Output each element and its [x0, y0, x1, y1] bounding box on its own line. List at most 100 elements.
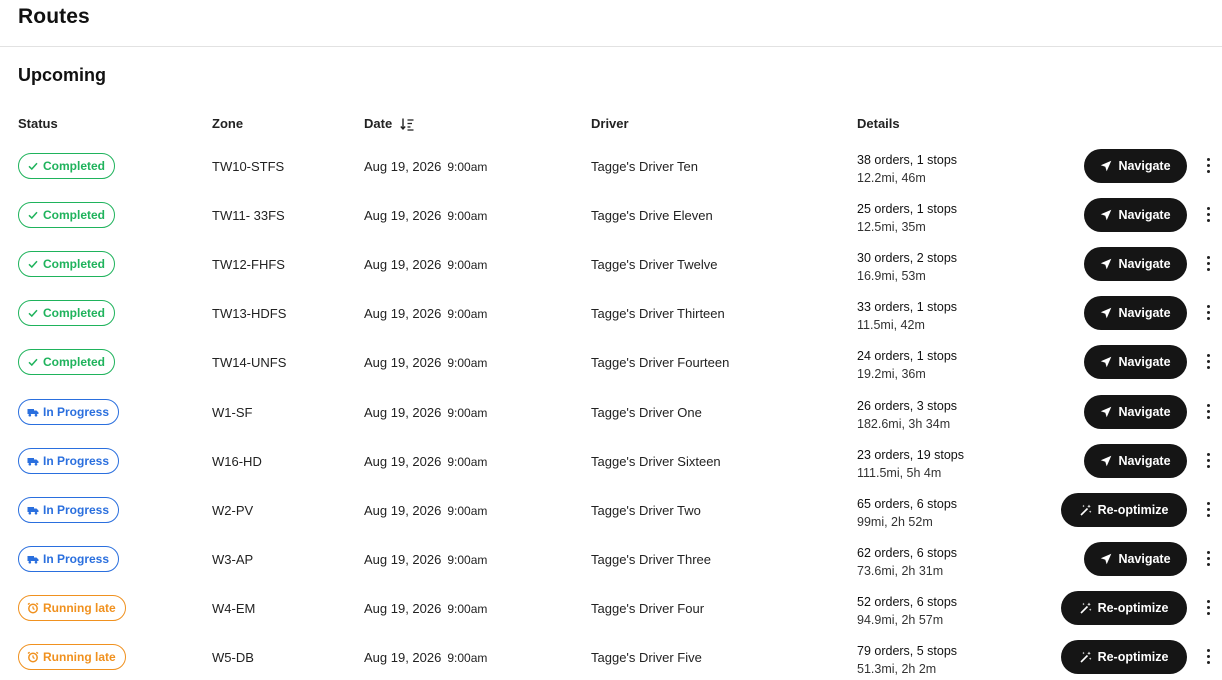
status-label: Running late	[43, 601, 116, 615]
column-header-status-label: Status	[18, 116, 58, 131]
details-cell: 23 orders, 19 stops 111.5mi, 5h 4m	[857, 446, 964, 482]
navigate-button[interactable]: Navigate	[1084, 198, 1187, 232]
orders-stops: 24 orders, 1 stops	[857, 349, 958, 363]
more-options-icon[interactable]	[1201, 154, 1215, 176]
distance-duration: 182.6mi, 3h 34m	[857, 417, 951, 431]
magic-wand-icon	[1080, 651, 1092, 663]
navigation-arrow-icon	[1101, 356, 1112, 368]
navigate-button[interactable]: Navigate	[1084, 395, 1187, 429]
zone-cell: TW11- 33FS	[212, 208, 285, 223]
check-icon	[28, 358, 38, 367]
date-value: Aug 19, 2026	[364, 257, 442, 272]
more-options-icon[interactable]	[1201, 596, 1215, 618]
details-cell: 79 orders, 5 stops 51.3mi, 2h 2m	[857, 642, 957, 678]
more-options-icon[interactable]	[1201, 301, 1215, 323]
navigate-button[interactable]: Navigate	[1084, 444, 1187, 478]
date-value: Aug 19, 2026	[364, 650, 442, 665]
status-badge: Completed	[18, 202, 116, 228]
re-optimize-button[interactable]: Re-optimize	[1061, 591, 1187, 625]
date-cell: Aug 19, 2026 9:00am	[364, 552, 487, 567]
more-options-icon[interactable]	[1201, 547, 1215, 569]
orders-stops: 38 orders, 1 stops	[857, 153, 958, 167]
orders-stops: 79 orders, 5 stops	[857, 644, 958, 658]
column-header-date-label: Date	[364, 116, 393, 131]
navigate-button[interactable]: Navigate	[1084, 247, 1187, 281]
truck-icon	[27, 458, 39, 466]
check-icon	[28, 309, 38, 318]
table-row[interactable]: Completed TW13-HDFS Aug 19, 2026 9:00am Tagg…	[0, 296, 1222, 349]
sort-descending-icon[interactable]	[400, 117, 414, 131]
navigate-button[interactable]: Navigate	[1084, 296, 1187, 330]
date-cell: Aug 19, 2026 9:00am	[364, 650, 487, 665]
more-options-icon[interactable]	[1201, 449, 1215, 471]
more-options-icon[interactable]	[1201, 400, 1215, 422]
column-header-date[interactable]: Date	[364, 116, 414, 131]
re-optimize-button[interactable]: Re-optimize	[1061, 640, 1187, 674]
more-options-icon[interactable]	[1201, 645, 1215, 667]
status-badge: Running late	[18, 644, 126, 670]
table-row[interactable]: In Progress W2-PV Aug 19, 2026 9:00am Tagge'…	[0, 493, 1222, 546]
time-value: 9:00am	[447, 258, 488, 272]
navigate-button[interactable]: Navigate	[1084, 345, 1187, 379]
time-value: 9:00am	[447, 602, 488, 616]
column-header-driver: Driver	[591, 116, 629, 131]
status-badge: In Progress	[18, 448, 120, 474]
action-label: Re-optimize	[1097, 601, 1169, 615]
check-icon	[28, 162, 38, 171]
more-options-icon[interactable]	[1201, 252, 1215, 274]
date-cell: Aug 19, 2026 9:00am	[364, 306, 487, 321]
action-label: Navigate	[1118, 257, 1171, 271]
status-badge: Completed	[18, 153, 116, 179]
more-options-icon[interactable]	[1201, 350, 1215, 372]
details-cell: 26 orders, 3 stops 182.6mi, 3h 34m	[857, 397, 957, 433]
driver-cell: Tagge's Driver Four	[591, 601, 705, 616]
date-value: Aug 19, 2026	[364, 601, 442, 616]
table-row[interactable]: Completed TW11- 33FS Aug 19, 2026 9:00am Tag…	[0, 198, 1222, 251]
navigate-button[interactable]: Navigate	[1084, 542, 1187, 576]
driver-cell: Tagge's Driver Sixteen	[591, 454, 721, 469]
action-label: Re-optimize	[1097, 650, 1169, 664]
time-value: 9:00am	[447, 209, 488, 223]
zone-cell: W4-EM	[212, 601, 256, 616]
table-row[interactable]: In Progress W3-AP Aug 19, 2026 9:00am Tagge'…	[0, 542, 1222, 595]
column-header-driver-label: Driver	[591, 116, 629, 131]
magic-wand-icon	[1080, 504, 1092, 516]
status-badge: Running late	[18, 595, 126, 621]
more-options-icon[interactable]	[1201, 498, 1215, 520]
navigate-button[interactable]: Navigate	[1084, 149, 1187, 183]
zone-cell: TW13-HDFS	[212, 306, 287, 321]
status-badge: In Progress	[18, 497, 120, 523]
date-value: Aug 19, 2026	[364, 454, 442, 469]
column-header-zone-label: Zone	[212, 116, 244, 131]
date-value: Aug 19, 2026	[364, 208, 442, 223]
status-label: In Progress	[43, 454, 110, 468]
zone-cell: W2-PV	[212, 503, 254, 518]
action-label: Navigate	[1118, 208, 1171, 222]
driver-cell: Tagge's Driver Thirteen	[591, 306, 725, 321]
distance-duration: 73.6mi, 2h 31m	[857, 564, 944, 578]
navigation-arrow-icon	[1101, 160, 1112, 172]
more-options-icon[interactable]	[1201, 203, 1215, 225]
truck-icon	[27, 507, 39, 515]
table-row[interactable]: Running late W4-EM Aug 19, 2026 9:00am Tagge…	[0, 591, 1222, 644]
time-value: 9:00am	[447, 160, 488, 174]
table-row[interactable]: In Progress W16-HD Aug 19, 2026 9:00am Tagge…	[0, 444, 1222, 497]
action-label: Navigate	[1118, 355, 1171, 369]
re-optimize-button[interactable]: Re-optimize	[1061, 493, 1187, 527]
table-row[interactable]: Completed TW10-STFS Aug 19, 2026 9:00am Tagg…	[0, 149, 1222, 202]
status-label: Completed	[43, 208, 106, 222]
zone-cell: W3-AP	[212, 552, 254, 567]
driver-cell: Tagge's Driver Five	[591, 650, 702, 665]
magic-wand-icon	[1080, 602, 1092, 614]
table-row[interactable]: Completed TW14-UNFS Aug 19, 2026 9:00am Tagg…	[0, 345, 1222, 398]
column-header-details: Details	[857, 116, 900, 131]
table-row[interactable]: Running late W5-DB Aug 19, 2026 9:00am Tagge…	[0, 640, 1222, 680]
time-value: 9:00am	[447, 504, 488, 518]
action-label: Navigate	[1118, 306, 1171, 320]
date-cell: Aug 19, 2026 9:00am	[364, 257, 487, 272]
status-badge: Completed	[18, 349, 116, 375]
distance-duration: 111.5mi, 5h 4m	[857, 466, 942, 480]
table-row[interactable]: Completed TW12-FHFS Aug 19, 2026 9:00am Tagg…	[0, 247, 1222, 300]
table-row[interactable]: In Progress W1-SF Aug 19, 2026 9:00am Tagge'…	[0, 395, 1222, 448]
column-header-details-label: Details	[857, 116, 900, 131]
